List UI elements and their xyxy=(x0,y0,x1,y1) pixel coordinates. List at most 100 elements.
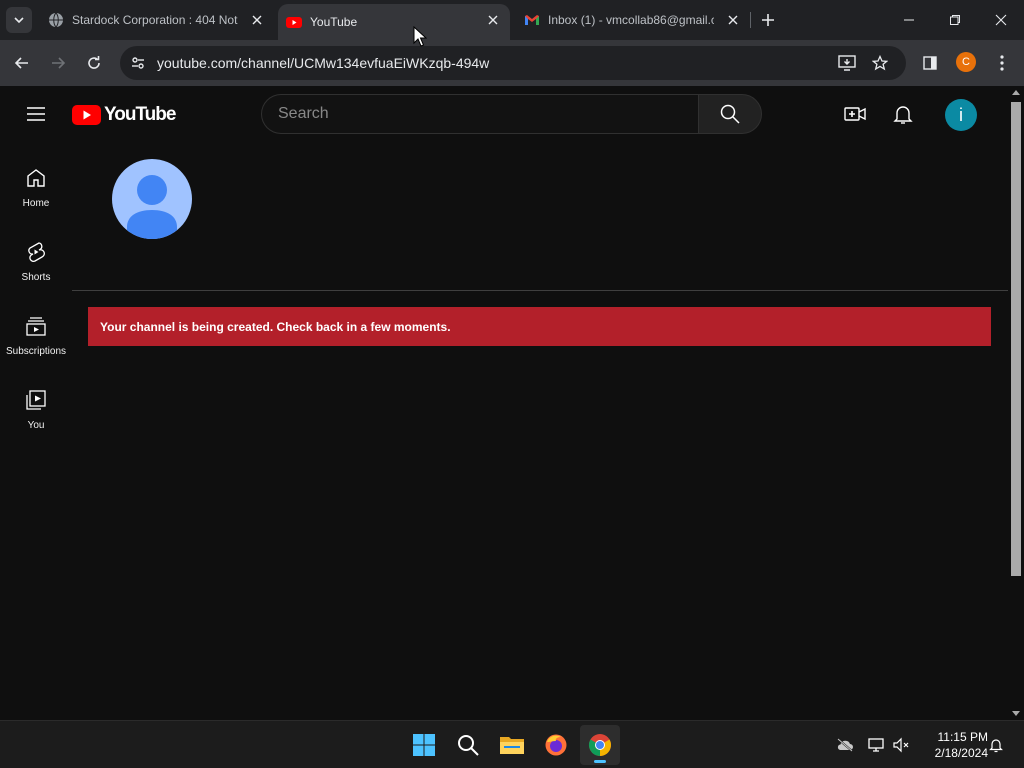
home-icon xyxy=(27,169,45,187)
video-create-icon xyxy=(844,107,866,121)
restore-icon xyxy=(950,15,960,25)
network-tray-button[interactable] xyxy=(866,735,886,755)
close-tab-icon[interactable] xyxy=(486,13,500,27)
notification-center-button[interactable] xyxy=(986,735,1006,755)
address-bar[interactable]: youtube.com/channel/UCMw134evfuaEiWKzqb-… xyxy=(120,46,906,80)
guide-item-you[interactable]: You xyxy=(0,388,72,448)
notifications-button[interactable] xyxy=(891,102,915,126)
guide-label: Shorts xyxy=(21,272,51,283)
globe-icon xyxy=(49,12,63,28)
side-panel-icon xyxy=(923,56,937,70)
tab-search-button[interactable] xyxy=(6,7,32,33)
windows-taskbar: 11:15 PM 2/18/2024 xyxy=(0,720,1024,768)
tab-youtube[interactable]: YouTube xyxy=(278,4,510,40)
back-button[interactable] xyxy=(10,51,34,75)
youtube-play-icon xyxy=(72,105,101,125)
banner-message: Your channel is being created. Check bac… xyxy=(100,320,451,334)
channel-avatar xyxy=(112,159,192,239)
guide-item-subscriptions[interactable]: Subscriptions xyxy=(0,314,72,374)
plus-icon xyxy=(762,14,774,26)
tab-title: Inbox (1) - vmcollab86@gmail.com xyxy=(548,13,714,27)
close-tab-icon[interactable] xyxy=(250,13,264,27)
active-app-indicator xyxy=(594,760,606,763)
page-scrollbar[interactable] xyxy=(1008,86,1024,720)
youtube-wordmark: YouTube xyxy=(104,104,176,125)
clock-date: 2/18/2024 xyxy=(934,746,988,760)
browser-menu-button[interactable] xyxy=(990,51,1014,75)
scrollbar-thumb[interactable] xyxy=(1011,102,1021,576)
guide-label: You xyxy=(27,420,45,431)
search-icon xyxy=(720,104,740,124)
close-icon xyxy=(995,14,1007,26)
hamburger-icon xyxy=(27,107,45,121)
bookmark-star-icon[interactable] xyxy=(872,55,888,71)
channel-status-banner: Your channel is being created. Check bac… xyxy=(88,307,991,346)
speaker-muted-icon xyxy=(893,737,909,753)
url-text[interactable]: youtube.com/channel/UCMw134evfuaEiWKzqb-… xyxy=(157,55,489,71)
chrome-button[interactable] xyxy=(580,725,620,765)
close-tab-icon[interactable] xyxy=(726,13,740,27)
restore-button[interactable] xyxy=(932,0,978,40)
install-app-icon[interactable] xyxy=(838,55,856,71)
guide-label: Subscriptions xyxy=(5,346,67,357)
chevron-down-icon xyxy=(14,17,24,24)
tab-stardock[interactable]: Stardock Corporation : 404 Not Found xyxy=(36,0,274,40)
windows-start-icon xyxy=(413,734,435,756)
profile-avatar[interactable]: C xyxy=(956,52,976,72)
kebab-menu-icon xyxy=(1000,55,1004,71)
minimize-button[interactable] xyxy=(886,0,932,40)
clock-time: 11:15 PM xyxy=(937,730,988,744)
channel-header-divider xyxy=(72,290,1008,291)
file-explorer-icon xyxy=(500,737,524,754)
search-box[interactable] xyxy=(261,94,698,134)
side-panel-button[interactable] xyxy=(918,51,942,75)
youtube-logo[interactable]: YouTube xyxy=(72,104,176,126)
network-monitor-icon xyxy=(868,738,884,752)
guide-item-shorts[interactable]: Shorts xyxy=(0,240,72,300)
forward-button[interactable] xyxy=(46,51,70,75)
arrow-right-icon xyxy=(52,57,66,69)
youtube-icon xyxy=(286,17,302,28)
arrow-left-icon xyxy=(14,57,28,69)
account-avatar[interactable]: i xyxy=(945,99,977,131)
file-explorer-button[interactable] xyxy=(492,725,532,765)
close-window-button[interactable] xyxy=(978,0,1024,40)
tab-title: YouTube xyxy=(310,15,358,29)
you-icon xyxy=(26,390,46,410)
search-icon xyxy=(458,735,479,756)
tab-separator xyxy=(750,12,751,28)
firefox-button[interactable] xyxy=(536,725,576,765)
start-button[interactable] xyxy=(404,725,444,765)
bell-icon xyxy=(989,739,1003,753)
chrome-icon xyxy=(589,734,611,756)
new-tab-button[interactable] xyxy=(758,10,778,30)
create-button[interactable] xyxy=(843,102,867,126)
guide-item-home[interactable]: Home xyxy=(0,166,72,226)
search-button[interactable] xyxy=(698,94,762,134)
tab-gmail[interactable]: Inbox (1) - vmcollab86@gmail.com xyxy=(512,0,750,40)
volume-tray-button[interactable] xyxy=(891,735,911,755)
reload-icon xyxy=(88,56,100,69)
bell-icon xyxy=(893,106,913,124)
default-avatar-icon xyxy=(127,175,177,239)
firefox-icon xyxy=(545,734,567,756)
browser-tab-strip: Stardock Corporation : 404 Not Found You… xyxy=(0,0,1024,40)
browser-toolbar: youtube.com/channel/UCMw134evfuaEiWKzqb-… xyxy=(0,40,1024,86)
taskbar-clock[interactable]: 11:15 PM 2/18/2024 xyxy=(916,729,988,761)
taskbar-search-button[interactable] xyxy=(448,725,488,765)
tab-title: Stardock Corporation : 404 Not Found xyxy=(72,13,238,27)
mouse-cursor-icon xyxy=(413,26,427,47)
site-settings-icon[interactable] xyxy=(130,55,146,71)
shorts-icon xyxy=(28,242,45,262)
subscriptions-icon xyxy=(26,317,46,336)
guide-menu-button[interactable] xyxy=(24,102,48,126)
scroll-up-arrow[interactable] xyxy=(1012,90,1020,95)
scroll-down-arrow[interactable] xyxy=(1012,711,1020,716)
search-input[interactable] xyxy=(278,104,678,124)
cloud-offline-icon xyxy=(837,738,853,752)
gmail-icon xyxy=(525,15,539,25)
reload-button[interactable] xyxy=(82,51,106,75)
youtube-page: YouTube i Home Shorts Subscriptions You … xyxy=(0,86,1008,720)
minimize-icon xyxy=(904,19,914,21)
onedrive-tray-button[interactable] xyxy=(835,735,855,755)
